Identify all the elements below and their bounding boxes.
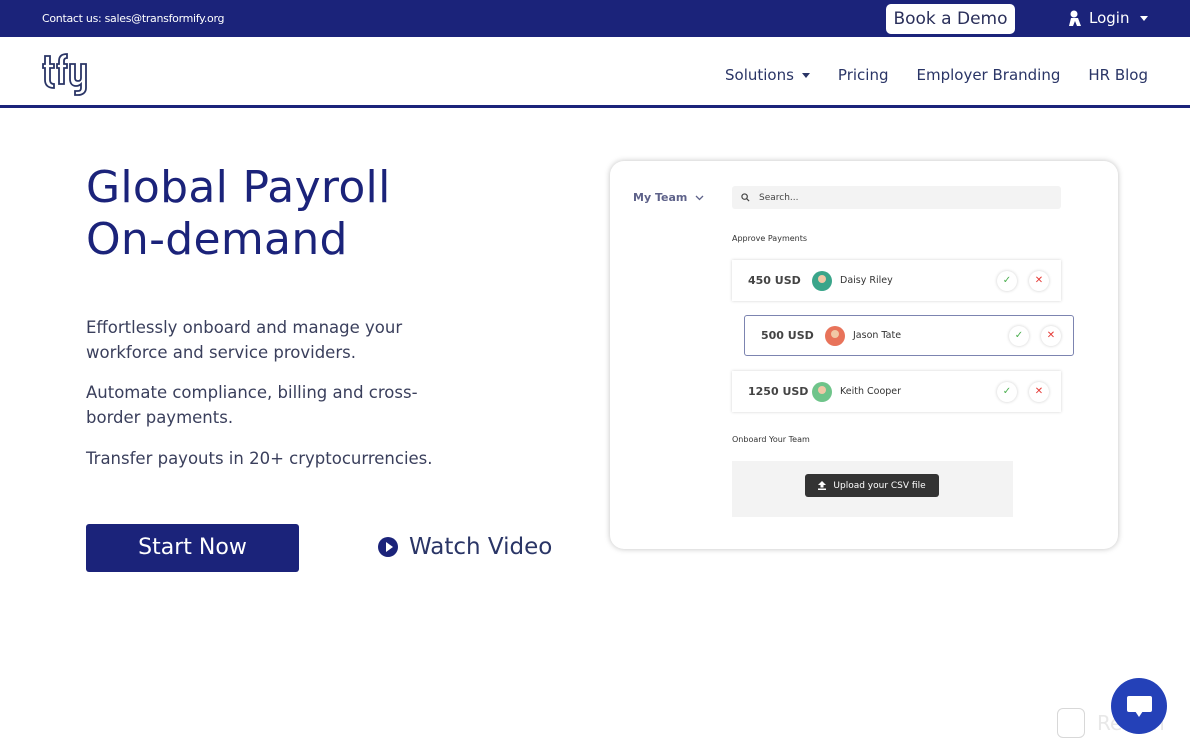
tfy-logo[interactable] [42, 50, 94, 100]
nav-item-hr-blog[interactable]: HR Blog [1088, 66, 1148, 84]
payment-row: 500 USD Jason Tate ✓ ✕ [744, 315, 1074, 356]
hero-paragraph: Automate compliance, billing and cross-b… [86, 383, 418, 427]
reject-button[interactable]: ✕ [1029, 270, 1049, 291]
chevron-down-icon [1140, 15, 1149, 21]
main-navbar: Solutions Pricing Employer Branding HR B… [0, 37, 1190, 108]
avatar [825, 325, 845, 346]
nav-item-pricing[interactable]: Pricing [838, 66, 889, 84]
payment-amount: 500 USD [761, 329, 814, 342]
approve-button[interactable]: ✓ [997, 381, 1017, 402]
approve-payments-label: Approve Payments [732, 234, 808, 243]
payee-name: Jason Tate [853, 330, 902, 341]
upload-dropzone[interactable]: Upload your CSV file [732, 461, 1013, 517]
chevron-down-icon [801, 72, 810, 78]
upload-csv-button[interactable]: Upload your CSV file [805, 474, 939, 497]
payment-amount: 450 USD [748, 274, 801, 287]
payee-name: Daisy Riley [840, 275, 893, 286]
search-input[interactable]: Search... [732, 186, 1061, 209]
contact-email[interactable]: Contact us: sales@transformify.org [42, 12, 224, 25]
hero-title-line2: On-demand [86, 214, 348, 265]
book-demo-button[interactable]: Book a Demo [886, 4, 1015, 34]
watch-video-label: Watch Video [409, 534, 553, 560]
play-icon [378, 537, 398, 557]
approve-button[interactable]: ✓ [1009, 325, 1029, 346]
avatar [812, 270, 832, 291]
nav-item-solutions[interactable]: Solutions [725, 66, 810, 84]
team-selector[interactable]: My Team [633, 191, 704, 204]
hero-paragraph: Effortlessly onboard and manage your wor… [86, 318, 403, 362]
reject-button[interactable]: ✕ [1029, 381, 1049, 402]
nav-item-employer-branding[interactable]: Employer Branding [916, 66, 1060, 84]
avatar [812, 381, 832, 402]
hero-title: Global Payroll On-demand [86, 162, 391, 266]
upload-icon [818, 481, 827, 490]
start-now-button[interactable]: Start Now [86, 524, 299, 572]
payee-name: Keith Cooper [840, 386, 902, 397]
main-nav: Solutions Pricing Employer Branding HR B… [725, 66, 1148, 84]
hero-paragraph: Transfer payouts in 20+ cryptocurrencies… [86, 449, 433, 468]
chat-widget-button[interactable] [1111, 678, 1167, 734]
payment-amount: 1250 USD [748, 385, 809, 398]
payment-row: 1250 USD Keith Cooper ✓ ✕ [732, 371, 1061, 412]
product-mockup: My Team Search... Approve Payments 450 U… [610, 161, 1118, 549]
chevron-down-icon [695, 195, 704, 200]
revain-logo-icon [1057, 708, 1085, 738]
user-icon [1069, 10, 1081, 26]
reject-button[interactable]: ✕ [1041, 325, 1061, 346]
payment-row: 450 USD Daisy Riley ✓ ✕ [732, 260, 1061, 301]
watch-video-link[interactable]: Watch Video [378, 534, 552, 560]
login-label: Login [1089, 9, 1130, 27]
top-bar: Contact us: sales@transformify.org Book … [0, 0, 1190, 37]
approve-button[interactable]: ✓ [997, 270, 1017, 291]
onboard-team-label: Onboard Your Team [732, 435, 810, 444]
login-menu[interactable]: Login [1068, 9, 1149, 27]
hero-title-line1: Global Payroll [86, 162, 391, 213]
search-icon [741, 193, 750, 202]
